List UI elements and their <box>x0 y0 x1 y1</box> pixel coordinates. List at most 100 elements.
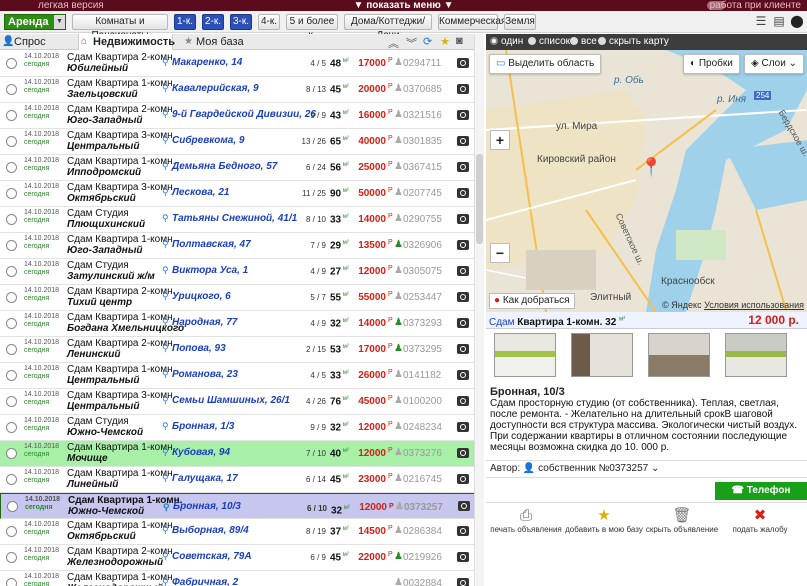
listing-address[interactable]: Полтавская, 47 <box>172 239 251 250</box>
camera-icon[interactable] <box>457 84 469 94</box>
select-radio[interactable] <box>6 240 17 251</box>
select-radio[interactable] <box>6 136 17 147</box>
select-radio[interactable] <box>6 214 17 225</box>
table-row[interactable]: 14.10.2018 сегодня Сдам Квартира 1-комн. Ип… <box>0 155 475 181</box>
select-radio[interactable] <box>6 578 17 586</box>
list-scrollbar[interactable] <box>474 34 484 586</box>
select-radio[interactable] <box>6 422 17 433</box>
camera-icon[interactable] <box>457 344 469 354</box>
table-row[interactable]: 14.10.2018 сегодня Сдам Квартира 1-комн. За… <box>0 77 475 103</box>
mode-all[interactable]: все <box>570 34 597 50</box>
listing-phone[interactable]: 0290755 <box>403 214 442 225</box>
table-row[interactable]: 14.10.2018 сегодня Сдам Квартира 2-комн. Юг… <box>0 103 475 129</box>
listing-phone[interactable]: 0248234 <box>403 422 442 433</box>
camera-icon[interactable] <box>457 422 469 432</box>
select-radio[interactable] <box>6 448 17 459</box>
select-radio[interactable] <box>7 501 18 512</box>
listing-phone[interactable]: 0141182 <box>403 370 441 381</box>
layers-button[interactable]: ◈ Слои ⌄ <box>744 54 804 74</box>
tab-demand[interactable]: 👤 Спрос <box>0 34 70 50</box>
camera-icon[interactable] <box>457 552 469 562</box>
photo-thumb[interactable] <box>494 333 556 377</box>
camera-icon[interactable] <box>457 214 469 224</box>
listing-address[interactable]: Фабричная, 2 <box>172 577 238 586</box>
select-radio[interactable] <box>6 266 17 277</box>
table-row[interactable]: 14.10.2018 сегодня Сдам Квартира 3-комн. Це… <box>0 129 475 155</box>
traffic-button[interactable]: ◐ Пробки <box>683 54 740 74</box>
phone-button[interactable]: ☎ Телефон <box>715 482 807 500</box>
camera-filter-icon[interactable]: ◙ <box>456 35 463 47</box>
listing-phone[interactable]: 0216745 <box>403 474 442 485</box>
table-row[interactable]: 14.10.2018 сегодня Сдам Квартира 1-комн. Ли… <box>0 467 475 493</box>
select-radio[interactable] <box>6 188 17 199</box>
listing-address[interactable]: Попова, 93 <box>172 343 226 354</box>
select-area-button[interactable]: ▭ Выделить область <box>489 54 602 74</box>
select-radio[interactable] <box>6 58 17 69</box>
listing-address[interactable]: Галущака, 17 <box>172 473 238 484</box>
add-to-base-button[interactable]: ★ добавить в мою базу <box>564 507 644 534</box>
filter-1k-button[interactable]: 1-к. <box>174 14 196 30</box>
listing-address[interactable]: Урицкого, 6 <box>172 291 231 302</box>
listing-phone[interactable]: 0301835 <box>403 136 442 147</box>
client-mode-link[interactable]: работа при клиенте <box>710 0 801 11</box>
listing-phone[interactable]: 0100200 <box>403 396 442 407</box>
listing-phone[interactable]: 0321516 <box>403 110 442 121</box>
select-radio[interactable] <box>6 370 17 381</box>
camera-icon[interactable] <box>457 448 469 458</box>
camera-icon[interactable] <box>457 474 469 484</box>
select-radio[interactable] <box>6 84 17 95</box>
terms-link[interactable]: Условия использования <box>704 300 804 310</box>
grid-view-icon[interactable]: ▤ <box>772 15 786 28</box>
filter-houses-button[interactable]: Дома/Коттеджи/Дачи <box>344 14 432 41</box>
table-row[interactable]: 14.10.2018 сегодня Сдам Студия Затулинский … <box>0 259 475 285</box>
table-row[interactable]: 14.10.2018 сегодня Сдам Студия Плющихинский… <box>0 207 475 233</box>
camera-icon[interactable] <box>457 370 469 380</box>
expand-down-icon[interactable]: ︾ <box>406 35 417 51</box>
filter-3k-button[interactable]: 3-к. <box>230 14 252 30</box>
listing-phone[interactable]: 0367415 <box>403 162 442 173</box>
listing-address[interactable]: Бронная, 1/3 <box>172 421 234 432</box>
listing-address[interactable]: Выборная, 89/4 <box>172 525 249 536</box>
table-row[interactable]: 14.10.2018 сегодня Сдам Квартира 2-комн. Ле… <box>0 337 475 363</box>
collapse-up-icon[interactable]: ︽ <box>388 35 399 51</box>
listing-address[interactable]: 9-й Гвардейской Дивизии, 26 <box>172 109 316 120</box>
table-row[interactable]: 14.10.2018 сегодня Сдам Квартира 2-комн. Же… <box>0 545 475 571</box>
location-pin-icon[interactable]: ⬤ <box>790 15 804 28</box>
hide-listing-button[interactable]: 🗑 скрыть объявление <box>642 507 722 534</box>
camera-icon[interactable] <box>458 501 470 511</box>
camera-icon[interactable] <box>457 136 469 146</box>
camera-icon[interactable] <box>457 58 469 68</box>
listing-phone[interactable]: 0370685 <box>403 84 442 95</box>
select-radio[interactable] <box>6 344 17 355</box>
listing-phone[interactable]: 0373293 <box>403 318 442 329</box>
filter-commercial-button[interactable]: Коммерческая <box>438 14 506 30</box>
camera-icon[interactable] <box>457 162 469 172</box>
listing-address[interactable]: Кавалерийская, 9 <box>172 83 259 94</box>
complain-button[interactable]: ✖ подать жалобу <box>720 507 800 534</box>
listing-phone[interactable]: 0373276 <box>403 448 442 459</box>
camera-icon[interactable] <box>457 396 469 406</box>
table-row[interactable]: 14.10.2018 сегодня Сдам Квартира 3-комн. Це… <box>0 389 475 415</box>
photo-thumb[interactable] <box>725 333 787 377</box>
listing-address[interactable]: Советская, 79А <box>172 551 252 562</box>
camera-icon[interactable] <box>457 292 469 302</box>
filter-rooms-button[interactable]: Комнаты и Пансионаты <box>72 14 168 41</box>
select-radio[interactable] <box>6 474 17 485</box>
select-radio[interactable] <box>6 552 17 563</box>
camera-icon[interactable] <box>457 526 469 536</box>
photo-thumb[interactable] <box>571 333 633 377</box>
chevron-down-icon[interactable]: ⌄ <box>651 463 659 474</box>
listing-address[interactable]: Лескова, 21 <box>172 187 229 198</box>
scroll-thumb[interactable] <box>476 154 483 244</box>
select-radio[interactable] <box>6 110 17 121</box>
listing-phone[interactable]: 0305075 <box>403 266 442 277</box>
select-radio[interactable] <box>6 318 17 329</box>
map[interactable]: ▭ Выделить область ◐ Пробки ◈ Слои ⌄ + −… <box>486 50 807 312</box>
listing-address[interactable]: Татьяны Снежиной, 41/1 <box>172 213 297 224</box>
mode-hide-map[interactable]: скрыть карту <box>598 34 669 50</box>
filter-5k-button[interactable]: 5 и более к. <box>286 14 338 41</box>
listing-phone[interactable]: 0373257 <box>404 501 443 515</box>
camera-icon[interactable] <box>457 240 469 250</box>
select-radio[interactable] <box>6 396 17 407</box>
route-button[interactable]: ● Как добраться <box>489 293 575 309</box>
